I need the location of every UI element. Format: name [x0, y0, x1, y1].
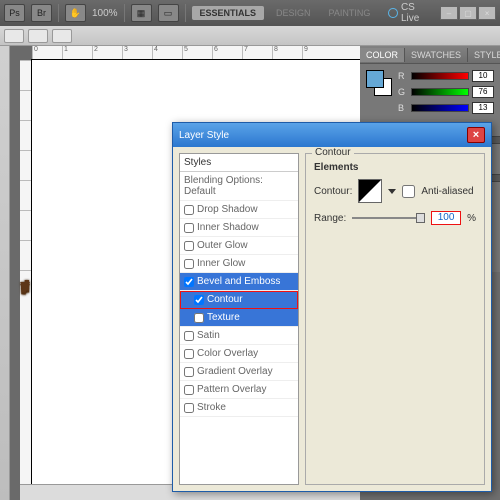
arrange-icon[interactable]: ▦ — [131, 4, 152, 22]
style-drop-shadow[interactable]: Drop Shadow — [180, 201, 298, 219]
section-title: Contour — [312, 147, 354, 158]
style-stroke[interactable]: Stroke — [180, 399, 298, 417]
styles-list: Styles Blending Options: Default Drop Sh… — [179, 153, 299, 485]
slider-g[interactable] — [411, 88, 469, 96]
options-bar — [0, 26, 500, 46]
style-contour[interactable]: Contour — [180, 291, 298, 309]
style-color-overlay[interactable]: Color Overlay — [180, 345, 298, 363]
style-inner-glow[interactable]: Inner Glow — [180, 255, 298, 273]
slider-b[interactable] — [411, 104, 469, 112]
zoom-level[interactable]: 100% — [92, 8, 118, 19]
blending-options[interactable]: Blending Options: Default — [180, 172, 298, 201]
close-icon[interactable]: × — [467, 127, 485, 143]
maximize-icon[interactable]: ▢ — [459, 6, 477, 20]
minimize-icon[interactable]: – — [440, 6, 458, 20]
elements-label: Elements — [314, 162, 476, 173]
styles-header[interactable]: Styles — [180, 154, 298, 172]
ruler-horizontal: 0123456789 — [32, 46, 360, 60]
contour-picker[interactable] — [358, 179, 382, 203]
tool-preset[interactable] — [4, 29, 24, 43]
tab-styles[interactable]: STYLES — [468, 48, 500, 62]
antialiased-checkbox[interactable] — [402, 185, 415, 198]
style-satin[interactable]: Satin — [180, 327, 298, 345]
workspace-design[interactable]: DESIGN — [270, 8, 317, 18]
chevron-down-icon[interactable] — [388, 189, 396, 194]
close-app-icon[interactable]: × — [478, 6, 496, 20]
value-b[interactable]: 13 — [472, 102, 494, 114]
workspace-painting[interactable]: PAINTING — [323, 8, 377, 18]
layer-style-dialog: Layer Style × Styles Blending Options: D… — [172, 122, 492, 492]
cs-live-button[interactable]: CS Live — [388, 2, 434, 24]
color-swatch[interactable] — [366, 70, 392, 96]
option-chip[interactable] — [28, 29, 48, 43]
range-label: Range: — [314, 213, 346, 224]
value-g[interactable]: 76 — [472, 86, 494, 98]
tools-panel[interactable] — [0, 46, 10, 500]
slider-r[interactable] — [411, 72, 469, 80]
hand-icon[interactable]: ✋ — [65, 4, 86, 22]
ruler-vertical — [20, 60, 32, 500]
style-gradient-overlay[interactable]: Gradient Overlay — [180, 363, 298, 381]
workspace-essentials[interactable]: ESSENTIALS — [192, 6, 265, 20]
style-bevel-emboss[interactable]: Bevel and Emboss — [180, 273, 298, 291]
style-outer-glow[interactable]: Outer Glow — [180, 237, 298, 255]
style-inner-shadow[interactable]: Inner Shadow — [180, 219, 298, 237]
option-chip[interactable] — [52, 29, 72, 43]
range-input[interactable]: 100 — [431, 211, 461, 225]
antialiased-label: Anti-aliased — [421, 186, 473, 197]
contour-label: Contour: — [314, 186, 352, 197]
range-slider[interactable] — [352, 217, 425, 219]
tab-color[interactable]: COLOR — [360, 48, 405, 62]
app-icon[interactable]: Ps — [4, 4, 25, 22]
dialog-title: Layer Style — [179, 130, 229, 141]
style-texture[interactable]: Texture — [180, 309, 298, 327]
tab-swatches[interactable]: SWATCHES — [405, 48, 468, 62]
bridge-icon[interactable]: Br — [31, 4, 52, 22]
value-r[interactable]: 10 — [472, 70, 494, 82]
style-pattern-overlay[interactable]: Pattern Overlay — [180, 381, 298, 399]
screen-icon[interactable]: ▭ — [158, 4, 179, 22]
percent-label: % — [467, 213, 476, 224]
